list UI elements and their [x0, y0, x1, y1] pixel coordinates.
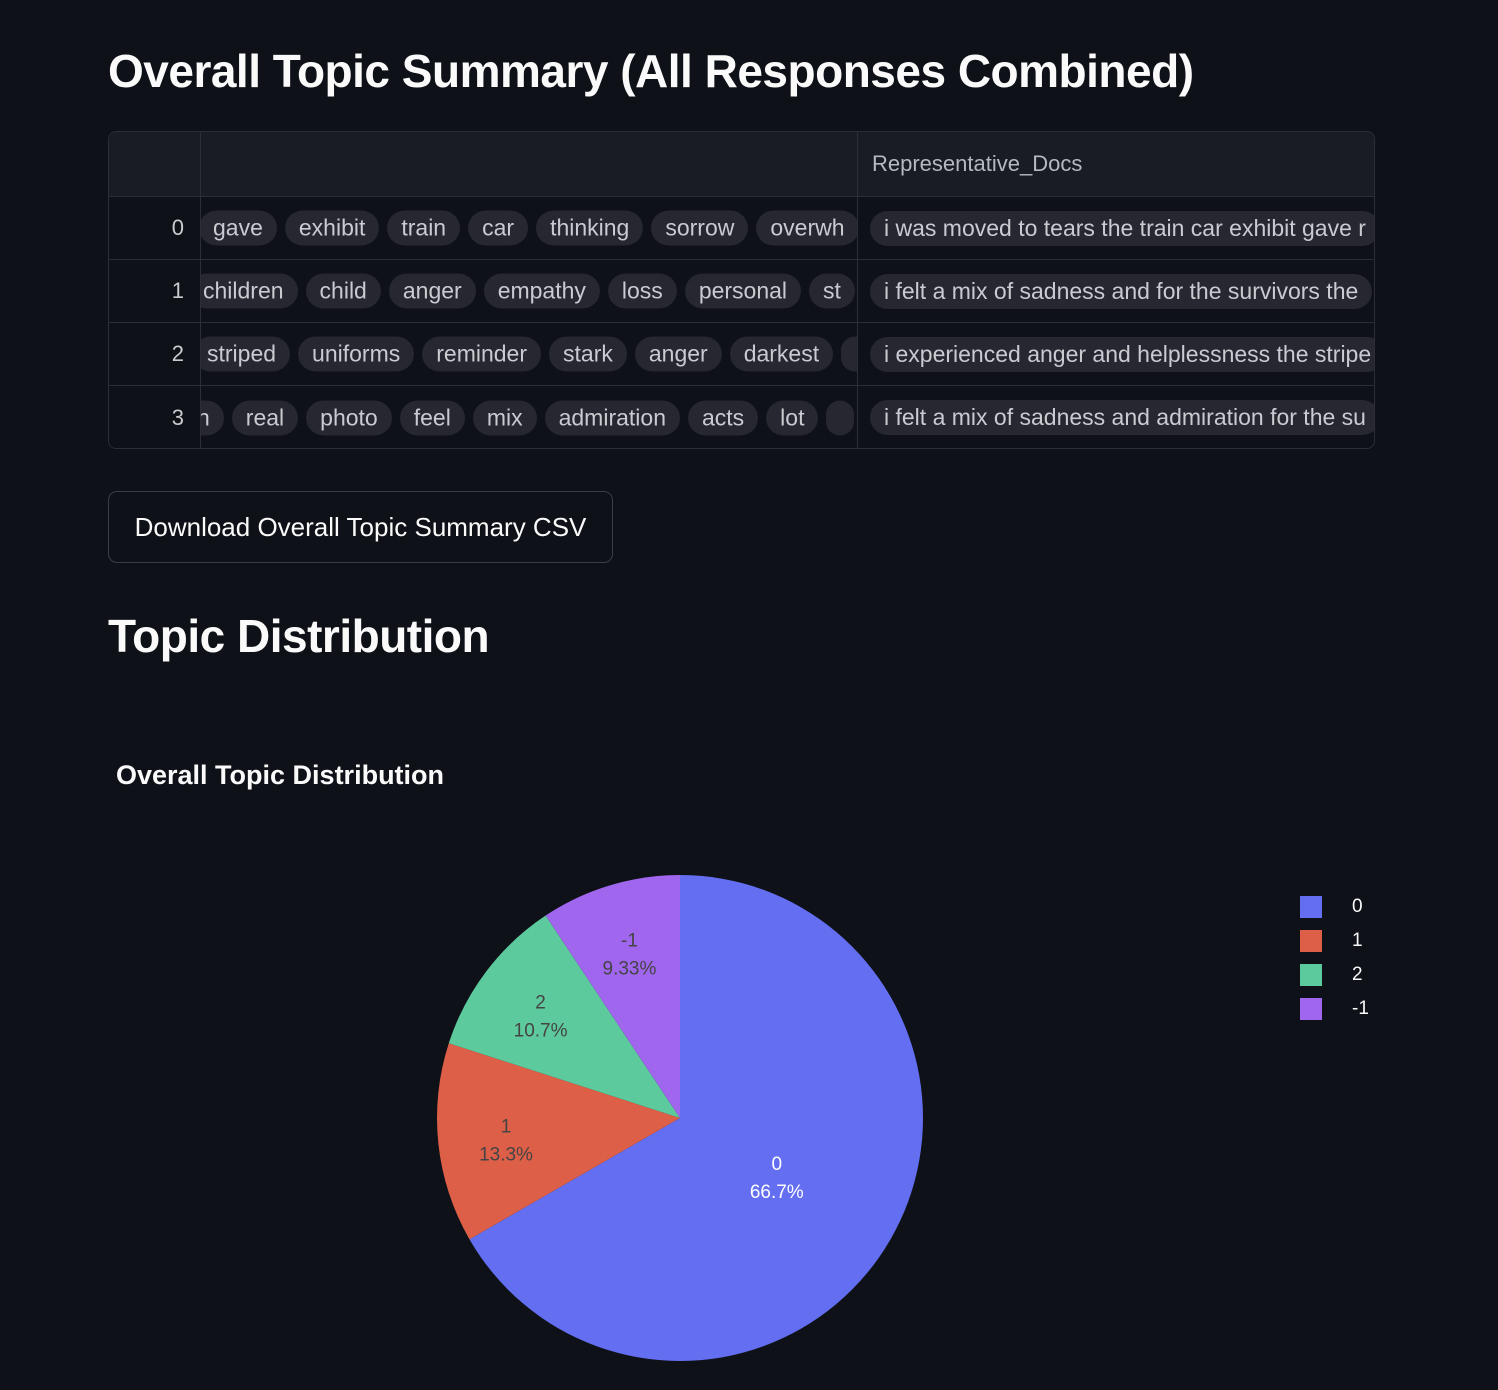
legend-label: 2: [1352, 964, 1363, 985]
representative-doc-chip: i felt a mix of sadness and for the surv…: [870, 273, 1373, 309]
keyword-chip: overwh: [756, 210, 857, 246]
table-row[interactable]: 2 striped uniforms reminder stark anger darkes…: [109, 323, 1374, 386]
row-index: 0: [109, 197, 201, 259]
legend-swatch: [1300, 964, 1322, 986]
download-csv-button[interactable]: Download Overall Topic Summary CSV: [108, 491, 613, 563]
keyword-chip: [841, 336, 857, 372]
legend-item--1[interactable]: -1: [1300, 992, 1369, 1026]
table-row[interactable]: 3nrealphotofeelmixadmirationactslot i fel…: [109, 386, 1374, 448]
index-header: [109, 132, 201, 196]
keyword-chip: reminder: [422, 336, 542, 372]
keyword-chip: uniforms: [298, 336, 415, 372]
keyword-chip: thinking: [536, 210, 644, 246]
keyword-chip: striped: [201, 336, 291, 372]
keyword-chip: acts: [687, 400, 759, 435]
keyword-chip: feel: [399, 400, 465, 435]
keywords-cell[interactable]: nrealphotofeelmixadmirationactslot: [201, 386, 858, 448]
legend-label: 0: [1352, 896, 1363, 917]
keyword-chip: real: [231, 400, 299, 435]
representative-doc-chip: i experienced anger and helplessness the…: [870, 336, 1374, 372]
legend-item-1[interactable]: 1: [1300, 924, 1369, 958]
keyword-chip: st: [809, 273, 855, 309]
keywords-header[interactable]: [201, 132, 858, 196]
legend-swatch: [1300, 896, 1322, 918]
representative-docs-header-label: Representative_Docs: [872, 151, 1083, 176]
keyword-chip: sorrow: [651, 210, 749, 246]
table-row[interactable]: 0 gave exhibit train car thinking sorrow overwh…: [109, 197, 1374, 260]
legend-item-0[interactable]: 0: [1300, 890, 1369, 924]
table-row[interactable]: 1 children child anger empathy loss personal st…: [109, 260, 1374, 323]
legend-label: -1: [1352, 998, 1369, 1019]
keyword-chip: stark: [549, 336, 627, 372]
legend-swatch: [1300, 930, 1322, 952]
page: Overall Topic Summary (All Responses Com…: [0, 0, 1498, 1390]
keyword-chip: [826, 400, 855, 435]
chart-title: Overall Topic Distribution: [116, 760, 445, 790]
keyword-chip: exhibit: [284, 210, 380, 246]
row-index: 1: [109, 260, 201, 322]
keyword-chip: n: [201, 400, 224, 435]
keyword-chip: lot: [766, 400, 819, 435]
keyword-chip: anger: [388, 273, 476, 309]
keyword-chip: mix: [472, 400, 537, 435]
keywords-cell[interactable]: gave exhibit train car thinking sorrow overwh: [201, 197, 858, 259]
keywords-cell[interactable]: striped uniforms reminder stark anger darkest: [201, 323, 858, 385]
keyword-chip: personal: [684, 273, 802, 309]
keyword-chip: anger: [634, 336, 722, 372]
representative-doc-cell[interactable]: i was moved to tears the train car exhib…: [858, 197, 1374, 259]
keyword-chip: empathy: [483, 273, 600, 309]
keywords-cell[interactable]: children child anger empathy loss personal st: [201, 260, 858, 322]
representative-doc-cell[interactable]: i felt a mix of sadness and admiration f…: [858, 386, 1374, 448]
topic-summary-dataframe[interactable]: Representative_Docs 0 gave exhibit train car…: [108, 131, 1375, 449]
row-index: 3: [109, 386, 201, 448]
keyword-chip: loss: [607, 273, 677, 309]
keyword-chip: darkest: [729, 336, 834, 372]
keyword-chip: children: [201, 273, 298, 309]
keyword-chip: admiration: [544, 400, 680, 435]
keyword-chip: gave: [201, 210, 277, 246]
keyword-chip: photo: [306, 400, 392, 435]
legend-swatch: [1300, 998, 1322, 1020]
representative-doc-chip: i felt a mix of sadness and admiration f…: [870, 400, 1374, 435]
keyword-chip: car: [468, 210, 529, 246]
representative-doc-chip: i was moved to tears the train car exhib…: [870, 210, 1374, 246]
legend-item-2[interactable]: 2: [1300, 958, 1369, 992]
representative-doc-cell[interactable]: i experienced anger and helplessness the…: [858, 323, 1374, 385]
table-header-row: Representative_Docs: [109, 132, 1374, 197]
chart-legend[interactable]: 0 1 2 -1: [1300, 890, 1369, 1026]
keyword-chip: child: [305, 273, 381, 309]
summary-title: Overall Topic Summary (All Responses Com…: [108, 45, 1194, 97]
legend-label: 1: [1352, 930, 1363, 951]
distribution-title: Topic Distribution: [108, 610, 490, 662]
representative-doc-cell[interactable]: i felt a mix of sadness and for the surv…: [858, 260, 1374, 322]
representative-docs-header[interactable]: Representative_Docs: [858, 132, 1374, 196]
row-index: 2: [109, 323, 201, 385]
keyword-chip: train: [387, 210, 461, 246]
